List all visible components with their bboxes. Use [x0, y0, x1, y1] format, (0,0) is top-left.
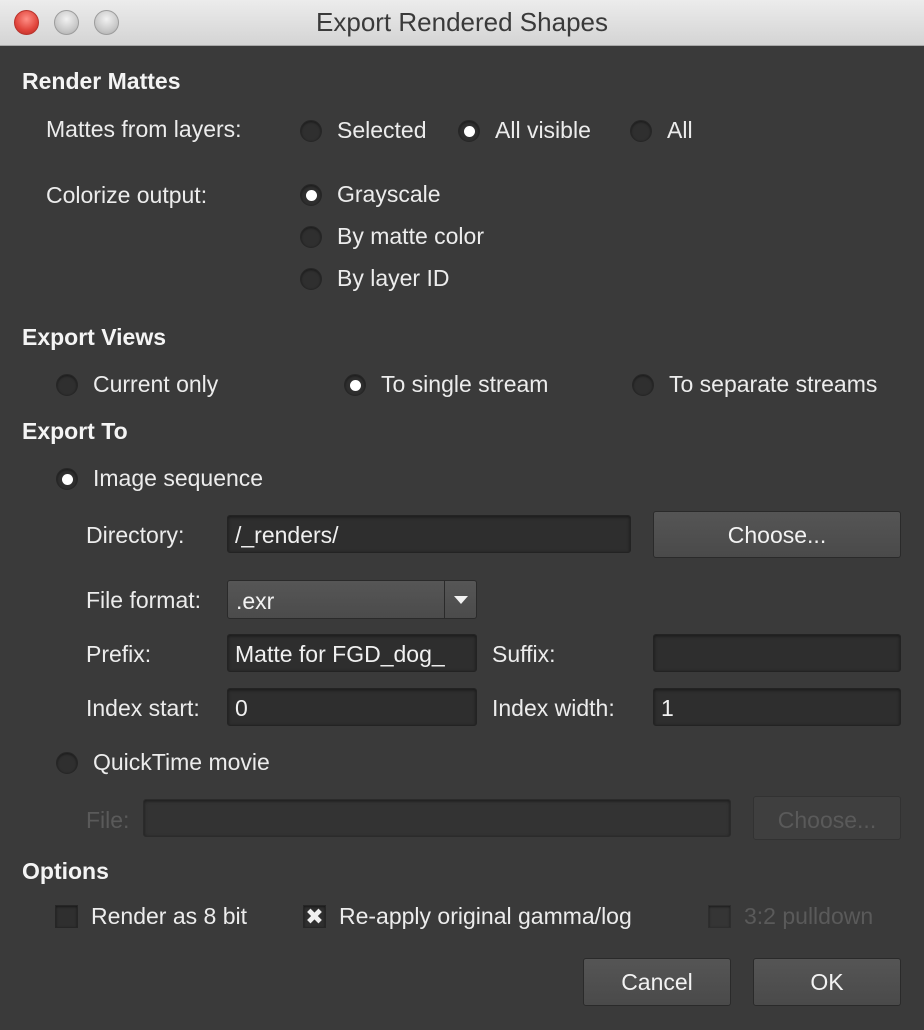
choose-file-button[interactable]: Choose... — [753, 796, 901, 840]
checkbox-label: Render as 8 bit — [91, 903, 247, 929]
colorize-by-layer-id-radio[interactable]: By layer ID — [300, 265, 449, 292]
index-start-label: Index start: — [86, 695, 200, 721]
radio-label: By layer ID — [337, 265, 450, 291]
quicktime-file-field[interactable] — [143, 799, 731, 837]
checkbox-indicator — [55, 905, 78, 928]
views-separate-streams-radio[interactable]: To separate streams — [632, 371, 877, 398]
radio-indicator — [344, 373, 366, 396]
prefix-label: Prefix: — [86, 641, 152, 667]
radio-indicator — [458, 119, 480, 142]
colorize-by-matte-color-radio[interactable]: By matte color — [300, 223, 484, 250]
mattes-from-layers-label: Mattes from layers: — [46, 116, 242, 142]
mattes-all-radio[interactable]: All — [630, 117, 693, 144]
checkbox-label: 3:2 pulldown — [744, 903, 874, 929]
checkbox-indicator — [708, 905, 731, 928]
radio-label: All — [667, 117, 693, 143]
radio-label: Selected — [337, 117, 427, 143]
index-width-field[interactable]: 1 — [653, 688, 901, 726]
export-to-heading: Export To — [22, 418, 128, 444]
file-format-label: File format: — [86, 587, 202, 613]
index-width-label: Index width: — [492, 695, 615, 721]
radio-indicator — [300, 267, 322, 290]
radio-label: Image sequence — [93, 465, 264, 491]
file-format-value: .exr — [236, 588, 275, 614]
title-bar: Export Rendered Shapes — [0, 0, 924, 46]
checkbox-label: Re-apply original gamma/log — [339, 903, 632, 929]
export-views-heading: Export Views — [22, 324, 167, 350]
radio-indicator — [300, 119, 322, 142]
image-sequence-radio[interactable]: Image sequence — [56, 465, 263, 492]
colorize-grayscale-radio[interactable]: Grayscale — [300, 181, 441, 208]
radio-label: All visible — [495, 117, 591, 143]
mattes-all-visible-radio[interactable]: All visible — [458, 117, 591, 144]
radio-indicator — [56, 751, 78, 774]
cancel-button[interactable]: Cancel — [583, 958, 731, 1006]
file-label: File: — [86, 807, 130, 833]
radio-label: To single stream — [381, 371, 549, 397]
suffix-label: Suffix: — [492, 641, 556, 667]
radio-label: Grayscale — [337, 181, 441, 207]
window-title: Export Rendered Shapes — [316, 7, 608, 37]
radio-label: QuickTime movie — [93, 749, 270, 775]
mattes-selected-radio[interactable]: Selected — [300, 117, 427, 144]
quicktime-movie-radio[interactable]: QuickTime movie — [56, 749, 270, 776]
chevron-down-icon — [444, 581, 476, 618]
pulldown-checkbox[interactable]: 3:2 pulldown — [708, 903, 873, 930]
radio-indicator — [632, 373, 654, 396]
views-single-stream-radio[interactable]: To single stream — [344, 371, 548, 398]
suffix-field[interactable] — [653, 634, 901, 672]
radio-indicator — [56, 373, 78, 396]
ok-button[interactable]: OK — [753, 958, 901, 1006]
prefix-field[interactable]: Matte for FGD_dog_ — [227, 634, 477, 672]
radio-indicator — [300, 183, 322, 206]
directory-label: Directory: — [86, 522, 185, 548]
file-format-select[interactable]: .exr — [227, 580, 477, 619]
options-heading: Options — [22, 858, 109, 884]
choose-directory-button[interactable]: Choose... — [653, 511, 901, 558]
radio-indicator — [56, 467, 78, 490]
radio-indicator — [300, 225, 322, 248]
radio-label: By matte color — [337, 223, 484, 249]
views-current-only-radio[interactable]: Current only — [56, 371, 218, 398]
colorize-output-label: Colorize output: — [46, 182, 208, 208]
index-start-field[interactable]: 0 — [227, 688, 477, 726]
check-icon: ✖ — [303, 904, 326, 929]
radio-label: To separate streams — [669, 371, 878, 397]
directory-field[interactable]: /_renders/ — [227, 515, 631, 553]
render-mattes-heading: Render Mattes — [22, 68, 181, 94]
render-8bit-checkbox[interactable]: Render as 8 bit — [55, 903, 247, 930]
radio-indicator — [630, 119, 652, 142]
reapply-gamma-checkbox[interactable]: ✖ Re-apply original gamma/log — [303, 903, 632, 930]
radio-label: Current only — [93, 371, 219, 397]
